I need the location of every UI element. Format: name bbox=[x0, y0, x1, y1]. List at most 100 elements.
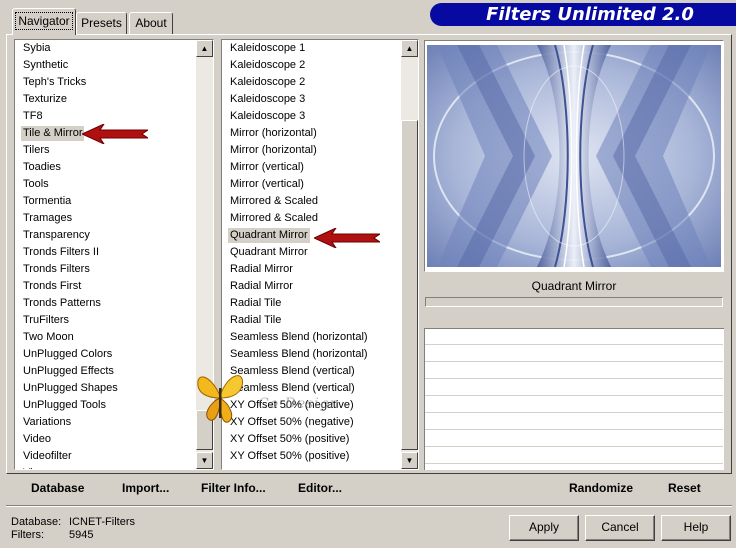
apply-button[interactable]: Apply bbox=[509, 515, 579, 541]
import-label: Import... bbox=[122, 481, 170, 495]
filter-list-item[interactable]: Radial Mirror bbox=[228, 279, 295, 294]
preview-frame bbox=[424, 40, 724, 272]
filter-list-item[interactable]: Mirror (horizontal) bbox=[228, 143, 319, 158]
category-list-item[interactable]: UnPlugged Effects bbox=[21, 364, 116, 379]
category-list-item[interactable]: Tormentia bbox=[21, 194, 73, 209]
database-info-value: ICNET-Filters bbox=[69, 516, 135, 528]
help-button[interactable]: Help bbox=[661, 515, 731, 541]
category-list-item[interactable]: UnPlugged Shapes bbox=[21, 381, 120, 396]
category-list-item[interactable]: UnPlugged Colors bbox=[21, 347, 114, 362]
category-scroll-down-button[interactable]: ▼ bbox=[196, 452, 213, 469]
red-arrow-icon bbox=[82, 124, 148, 144]
red-arrow-icon bbox=[314, 228, 380, 248]
category-list-item[interactable]: Teph's Tricks bbox=[21, 75, 88, 90]
butterfly-watermark-icon bbox=[197, 375, 244, 423]
category-scroll-up-button[interactable]: ▲ bbox=[196, 40, 213, 57]
filter-list-item[interactable]: Quadrant Mirror bbox=[228, 228, 310, 243]
category-list-item[interactable]: Synthetic bbox=[21, 58, 70, 73]
filter-list-item[interactable]: Mirror (horizontal) bbox=[228, 126, 319, 141]
help-label: Help bbox=[683, 520, 709, 534]
tab-navigator-label: Navigator bbox=[15, 12, 73, 30]
editor-label: Editor... bbox=[298, 481, 343, 495]
filter-scroll-thumb[interactable] bbox=[401, 120, 418, 450]
filter-list-item[interactable]: Seamless Blend (horizontal) bbox=[228, 347, 370, 362]
parameter-row bbox=[425, 329, 723, 345]
cancel-label: Cancel bbox=[601, 520, 639, 534]
category-listbox[interactable]: Sybia Synthetic Teph's Tricks Texturize TF8 T… bbox=[14, 39, 214, 470]
parameter-row bbox=[425, 431, 723, 447]
tab-presets[interactable]: Presets bbox=[76, 12, 127, 34]
filter-list-item[interactable]: Kaleidoscope 2 bbox=[228, 58, 307, 73]
app-title: Filters Unlimited 2.0 bbox=[486, 4, 694, 25]
watermark-text: Co Design bbox=[258, 396, 340, 412]
tab-navigator[interactable]: Navigator bbox=[12, 8, 76, 35]
reset-button[interactable]: Reset bbox=[668, 480, 701, 496]
filter-list-item[interactable]: Seamless Blend (horizontal) bbox=[228, 330, 370, 345]
category-list-item[interactable]: Tile & Mirror bbox=[21, 126, 85, 141]
category-list-item[interactable]: UnPlugged Tools bbox=[21, 398, 108, 413]
category-list: Sybia Synthetic Teph's Tricks Texturize TF8 T… bbox=[15, 40, 196, 469]
parameter-row bbox=[425, 414, 723, 430]
filter-list-item[interactable]: Kaleidoscope 2 bbox=[228, 75, 307, 90]
filter-parameters-area bbox=[424, 328, 724, 470]
filter-list-item[interactable]: Mirrored & Scaled bbox=[228, 194, 320, 209]
filters-count-label: Filters: bbox=[11, 529, 44, 541]
filter-scroll-up-button[interactable]: ▲ bbox=[401, 40, 418, 57]
parameter-row bbox=[425, 363, 723, 379]
database-label: Database bbox=[31, 481, 85, 495]
randomize-label: Randomize bbox=[569, 481, 634, 495]
filter-list-item[interactable]: XY Offset 50% (positive) bbox=[228, 432, 351, 447]
tab-about-label: About bbox=[135, 16, 167, 30]
parameter-row bbox=[425, 448, 723, 464]
filter-list-item[interactable]: Radial Tile bbox=[228, 296, 283, 311]
filters-count-value: 5945 bbox=[69, 529, 94, 541]
category-list-item[interactable]: Tools bbox=[21, 177, 51, 192]
category-list-item[interactable]: Sybia bbox=[21, 41, 53, 56]
category-list-item[interactable]: Toadies bbox=[21, 160, 63, 175]
category-list-item[interactable]: TruFilters bbox=[21, 313, 71, 328]
reset-label: Reset bbox=[668, 481, 701, 495]
filter-info-button[interactable]: Filter Info... bbox=[201, 480, 266, 496]
filter-info-label: Filter Info... bbox=[201, 481, 266, 495]
tab-about[interactable]: About bbox=[129, 12, 173, 34]
category-list-item[interactable]: Texturize bbox=[21, 92, 69, 107]
category-list-item[interactable]: Tronds Filters II bbox=[21, 245, 101, 260]
apply-label: Apply bbox=[528, 520, 560, 534]
tab-presets-label: Presets bbox=[81, 16, 122, 30]
filter-preview-image bbox=[427, 45, 721, 267]
category-list-item[interactable]: Videofilter bbox=[21, 449, 74, 464]
category-list-item[interactable]: Tramages bbox=[21, 211, 74, 226]
category-list-item[interactable]: TF8 bbox=[21, 109, 45, 124]
category-list-item[interactable]: Tronds First bbox=[21, 279, 83, 294]
filter-list-item[interactable]: Mirrored & Scaled bbox=[228, 211, 320, 226]
category-list-item[interactable]: Vi... bbox=[21, 466, 44, 469]
parameter-row bbox=[425, 380, 723, 396]
category-list-item[interactable]: Two Moon bbox=[21, 330, 76, 345]
category-list-item[interactable]: Video bbox=[21, 432, 53, 447]
database-button[interactable]: Database bbox=[31, 480, 84, 496]
randomize-button[interactable]: Randomize bbox=[569, 480, 633, 496]
filter-list-item[interactable]: Kaleidoscope 3 bbox=[228, 109, 307, 124]
filter-list-item[interactable]: Kaleidoscope 1 bbox=[228, 41, 307, 56]
filter-list-item[interactable]: Radial Mirror bbox=[228, 262, 295, 277]
filter-list-item[interactable]: Mirror (vertical) bbox=[228, 177, 306, 192]
preview-caption: Quadrant Mirror bbox=[531, 279, 617, 293]
filter-list-item[interactable]: Radial Tile bbox=[228, 313, 283, 328]
filter-scrollbar[interactable]: ▲ ▼ bbox=[401, 40, 418, 469]
filter-scroll-down-button[interactable]: ▼ bbox=[401, 452, 418, 469]
category-list-item[interactable]: Tronds Patterns bbox=[21, 296, 103, 311]
filter-list-item[interactable]: Mirror (vertical) bbox=[228, 160, 306, 175]
filter-list-item[interactable]: Quadrant Mirror bbox=[228, 245, 310, 260]
category-list-item[interactable]: Variations bbox=[21, 415, 73, 430]
separator bbox=[6, 505, 732, 507]
filter-list-item[interactable]: XY Offset 50% (positive) bbox=[228, 449, 351, 464]
filter-list-item[interactable]: Kaleidoscope 3 bbox=[228, 92, 307, 107]
import-button[interactable]: Import... bbox=[122, 480, 169, 496]
category-list-item[interactable]: Tilers bbox=[21, 143, 51, 158]
parameter-row bbox=[425, 397, 723, 413]
editor-button[interactable]: Editor... bbox=[298, 480, 342, 496]
cancel-button[interactable]: Cancel bbox=[585, 515, 655, 541]
database-info-label: Database: bbox=[11, 516, 62, 528]
category-list-item[interactable]: Tronds Filters bbox=[21, 262, 92, 277]
category-list-item[interactable]: Transparency bbox=[21, 228, 92, 243]
